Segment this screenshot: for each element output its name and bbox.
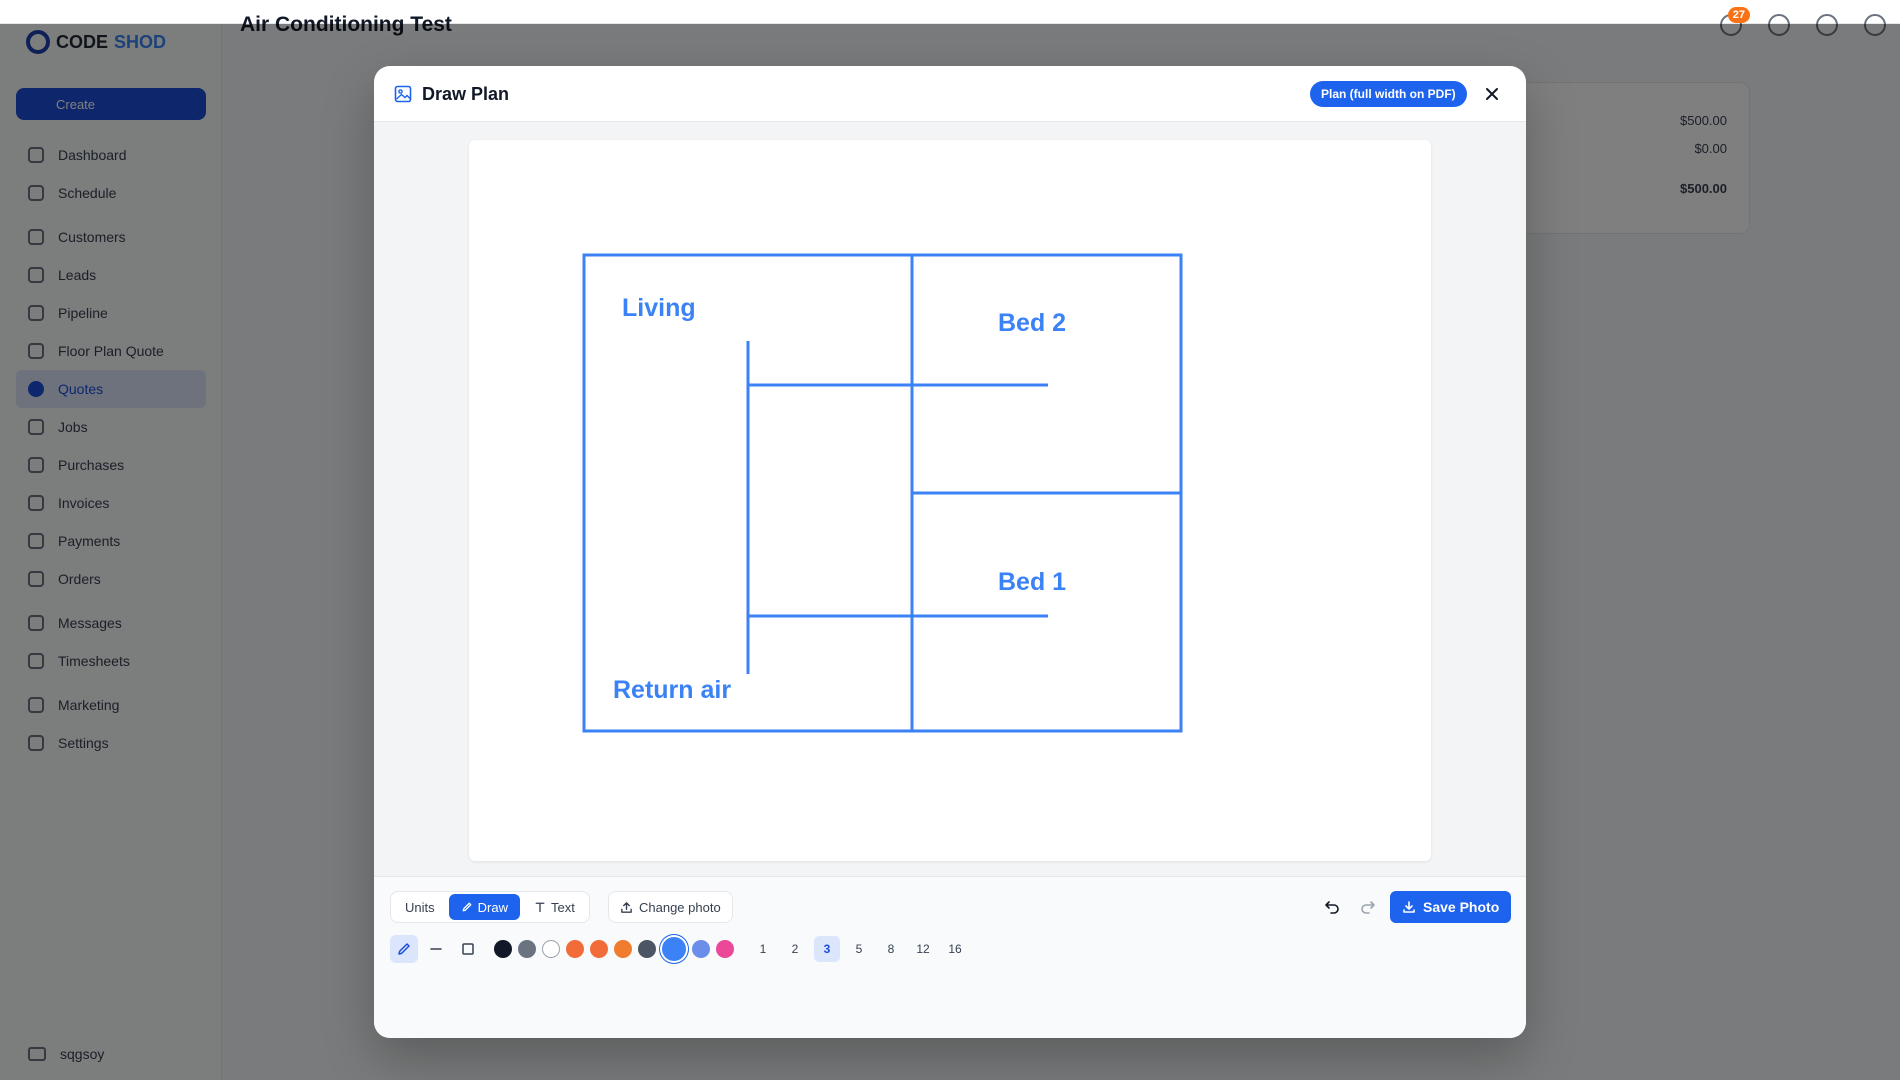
drawing-toolbar: 1 2 3 5 8 12 16: [390, 935, 974, 963]
change-photo-button[interactable]: Change photo: [608, 891, 733, 923]
stroke-size-2-button[interactable]: 2: [782, 936, 808, 962]
upload-icon: [621, 901, 632, 913]
mode-draw-button[interactable]: Draw: [448, 894, 520, 920]
mode-label: Text: [550, 899, 575, 915]
close-button[interactable]: [1480, 82, 1504, 106]
rectangle-tool-button[interactable]: [454, 935, 482, 963]
pencil-icon: [462, 902, 472, 912]
mode-switcher: Units Draw Text: [390, 891, 590, 923]
color-swatch[interactable]: [614, 940, 632, 958]
plan-label-bed-2[interactable]: Bed 2: [998, 309, 1066, 337]
color-swatch[interactable]: [716, 940, 734, 958]
color-swatch[interactable]: [590, 940, 608, 958]
save-photo-label: Save Photo: [1423, 899, 1500, 915]
notification-badge: 27: [1727, 7, 1750, 23]
color-swatch[interactable]: [692, 940, 710, 958]
stroke-size-picker: 1 2 3 5 8 12 16: [750, 936, 974, 962]
stroke-size-3-button[interactable]: 3: [814, 936, 840, 962]
line-icon: [430, 948, 442, 950]
draw-plan-modal: Draw Plan Plan (full width on PDF) Livin…: [374, 66, 1526, 1038]
color-swatch[interactable]: [566, 940, 584, 958]
mode-units-button[interactable]: Units: [393, 894, 447, 920]
modal-title: Draw Plan: [422, 84, 510, 104]
color-palette: [494, 937, 740, 961]
color-swatch[interactable]: [518, 940, 536, 958]
mode-label: Units: [405, 899, 435, 915]
redo-icon: [1361, 901, 1375, 914]
line-tool-button[interactable]: [422, 935, 450, 963]
plan-label-bed-1[interactable]: Bed 1: [998, 568, 1066, 596]
image-icon: [394, 85, 412, 103]
plan-full-width-chip[interactable]: Plan (full width on PDF): [1310, 81, 1467, 107]
stroke-size-5-button[interactable]: 5: [846, 936, 872, 962]
change-photo-label: Change photo: [639, 899, 721, 915]
plan-label-return-air[interactable]: Return air: [613, 676, 731, 704]
modal-header: Draw Plan Plan (full width on PDF): [374, 66, 1526, 122]
stroke-size-1-button[interactable]: 1: [750, 936, 776, 962]
top-bar: Air Conditioning Test 27: [0, 0, 1900, 36]
mode-label: Draw: [477, 899, 508, 915]
modal-body: Living Bed 2 Bed 1 Return air: [374, 122, 1526, 876]
color-swatch[interactable]: [494, 940, 512, 958]
redo-button[interactable]: [1358, 897, 1378, 917]
color-swatch[interactable]: [662, 937, 686, 961]
pencil-icon: [398, 943, 410, 955]
color-swatch[interactable]: [638, 940, 656, 958]
pencil-tool-button[interactable]: [390, 935, 418, 963]
stroke-size-8-button[interactable]: 8: [878, 936, 904, 962]
stroke-size-12-button[interactable]: 12: [910, 936, 936, 962]
download-icon: [1403, 901, 1415, 913]
undo-button[interactable]: [1322, 897, 1342, 917]
plan-label-living[interactable]: Living: [622, 294, 696, 322]
color-swatch[interactable]: [542, 940, 560, 958]
floor-plan-drawing: Living Bed 2 Bed 1 Return air: [582, 253, 1183, 733]
save-photo-button[interactable]: Save Photo: [1390, 891, 1512, 923]
mode-text-button[interactable]: Text: [522, 894, 587, 920]
modal-footer: Units Draw Text Change photo Save Photo: [374, 876, 1526, 1038]
drawing-canvas[interactable]: Living Bed 2 Bed 1 Return air: [469, 140, 1431, 861]
stroke-size-16-button[interactable]: 16: [942, 936, 968, 962]
rectangle-icon: [462, 943, 474, 955]
close-icon: [1486, 88, 1498, 100]
undo-icon: [1325, 901, 1339, 914]
text-icon: [535, 902, 545, 913]
